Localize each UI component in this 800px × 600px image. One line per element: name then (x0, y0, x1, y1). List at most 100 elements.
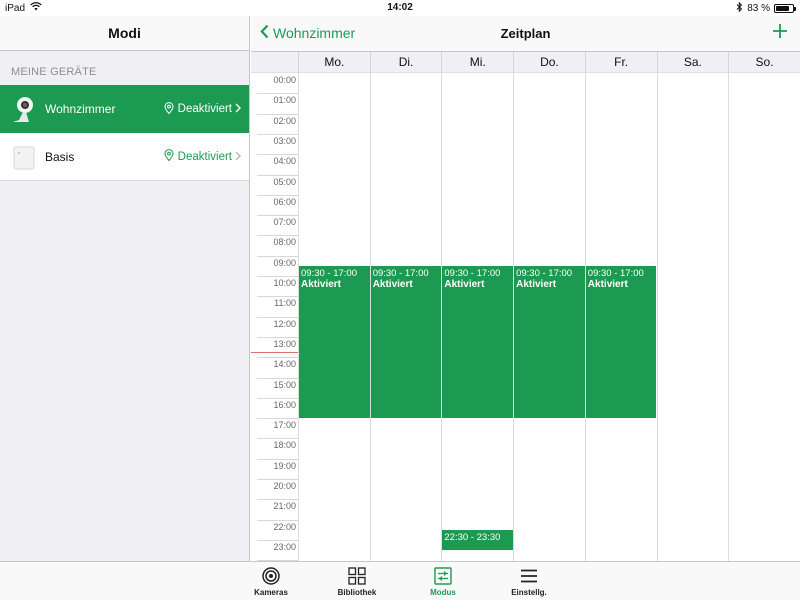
hour-tick (257, 519, 298, 521)
hour-label: 18:00 (273, 440, 296, 451)
day-header-3: Do. (513, 52, 585, 74)
hour-tick (257, 438, 298, 440)
hour-tick (257, 93, 298, 95)
hour-label: 22:00 (273, 521, 296, 532)
tab-label: Modus (430, 588, 456, 597)
status-right: 83 % (736, 1, 796, 15)
hour-label: 14:00 (273, 359, 296, 370)
battery-icon (774, 4, 796, 13)
tab-label: Einstellg. (511, 588, 547, 597)
status-bar: iPad 14:02 83 % (0, 0, 800, 16)
hour-tick (257, 539, 298, 541)
hour-label: 16:00 (273, 399, 296, 410)
tab-kameras[interactable]: Kameras (236, 566, 306, 597)
tab-bibliothek[interactable]: Bibliothek (322, 566, 392, 597)
event-time: 09:30 - 17:00 (516, 267, 573, 279)
day-header-1: Di. (369, 52, 442, 74)
day-header-2: Mi. (441, 52, 513, 74)
hour-tick (257, 458, 298, 460)
schedule-title: Zeitplan (500, 26, 551, 41)
hour-label: 09:00 (273, 257, 296, 268)
hour-label: 05:00 (273, 176, 296, 187)
hour-tick (257, 357, 298, 359)
tab-bar: Kameras Bibliothek Modus Einstellg. (0, 561, 800, 600)
plus-icon[interactable] (772, 20, 788, 44)
hour-label: 13:00 (273, 338, 296, 349)
event-state: Aktiviert (444, 278, 485, 290)
device-status-label: Deaktiviert (177, 150, 232, 163)
hour-label: 00:00 (273, 75, 296, 85)
schedule-event[interactable]: 09:30 - 17:00 Aktiviert (442, 265, 514, 419)
camera-lens-icon (236, 566, 306, 586)
chevron-right-icon (235, 102, 241, 116)
hour-tick (257, 276, 298, 277)
menu-icon (494, 566, 564, 586)
hour-label: 06:00 (273, 196, 296, 207)
hour-label: 20:00 (273, 481, 296, 491)
hour-label: 02:00 (273, 115, 296, 126)
hour-tick (257, 235, 298, 237)
hour-tick (257, 499, 298, 501)
battery-fill (776, 6, 790, 11)
hour-label: 04:00 (273, 156, 296, 167)
schedule-event[interactable]: 09:30 - 17:00 Aktiviert (370, 265, 442, 419)
event-time: 09:30 - 17:00 (301, 267, 357, 279)
hour-tick (257, 336, 298, 338)
camera-icon (8, 93, 40, 125)
device-name: Basis (45, 149, 75, 164)
grid-icon (322, 566, 392, 586)
event-state: Aktiviert (372, 278, 413, 290)
modes-navbar: Modi (0, 16, 249, 51)
hour-tick (257, 215, 298, 217)
hour-label: 19:00 (273, 460, 296, 471)
location-pin-icon (164, 101, 174, 117)
tab-modus[interactable]: Modus (408, 566, 478, 597)
section-header: MEINE GERÄTE (11, 66, 97, 78)
schedule-event[interactable]: 22:30 - 23:30 (442, 529, 514, 551)
device-row-wohnzimmer[interactable]: Wohnzimmer Deaktiviert (0, 85, 249, 133)
schedule-event[interactable]: 09:30 - 17:00 Aktiviert (585, 265, 657, 419)
hour-label: 11:00 (274, 298, 296, 309)
hour-tick (257, 133, 298, 135)
event-state: Aktiviert (587, 278, 628, 290)
chevron-right-icon (235, 150, 241, 164)
hour-label: 10:00 (273, 278, 296, 288)
schedule-panel: Wohnzimmer Zeitplan Mo. Di. Mi. Do. Fr. Sa. So… (251, 16, 800, 562)
tab-label: Kameras (254, 588, 288, 597)
schedule-event[interactable]: 09:30 - 17:00 Aktiviert (299, 265, 370, 419)
device-status-label: Deaktiviert (177, 103, 232, 115)
hour-tick (257, 296, 298, 298)
day-header-6: So. (728, 52, 800, 74)
event-time: 09:30 - 17:00 (444, 267, 501, 279)
hour-tick (257, 377, 298, 379)
hour-tick (257, 154, 298, 156)
current-time-line (251, 351, 298, 353)
hour-label: 15:00 (273, 379, 296, 390)
hour-tick (257, 174, 298, 176)
day-header-4: Fr. (584, 52, 657, 74)
hour-label: 08:00 (273, 237, 296, 248)
hour-label: 12:00 (273, 318, 296, 329)
tab-label: Bibliothek (337, 588, 377, 597)
modes-panel: Modi MEINE GERÄTE Wohnzimmer Deaktiviert (0, 16, 250, 561)
event-time: 22:30 - 23:30 (444, 531, 501, 543)
tab-einstellungen[interactable]: Einstellg. (494, 566, 564, 597)
hour-label: 01:00 (273, 95, 296, 106)
week-grid: 00:00 01:00 02:00 03:00 04:00 05:00 06:00 07:00… (251, 73, 800, 562)
device-name: Wohnzimmer (45, 102, 116, 116)
hour-tick (257, 316, 298, 318)
day-header: Mo. Di. Mi. Do. Fr. Sa. So. (251, 51, 800, 74)
hour-label: 07:00 (273, 217, 296, 228)
device-row-basis[interactable]: Basis Deaktiviert (0, 133, 249, 181)
status-time: 14:02 (387, 2, 413, 13)
schedule-event[interactable]: 09:30 - 17:00 Aktiviert (514, 265, 585, 419)
schedule-navbar: Wohnzimmer Zeitplan (251, 16, 800, 51)
hour-tick (257, 194, 298, 196)
device-status: Deaktiviert (164, 101, 232, 117)
hour-tick (257, 397, 298, 399)
hour-label: 21:00 (273, 501, 296, 512)
hour-label: 03:00 (273, 135, 296, 146)
hour-label: 17:00 (273, 420, 296, 431)
event-time: 09:30 - 17:00 (372, 267, 429, 279)
event-state: Aktiviert (516, 278, 557, 290)
